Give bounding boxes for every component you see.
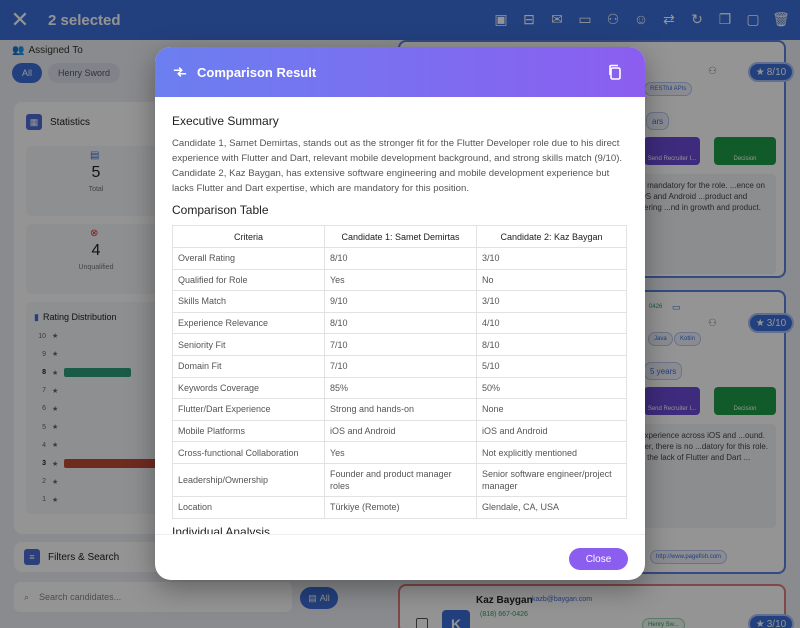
executive-summary-text: Candidate 1, Samet Demirtas, stands out … — [172, 138, 623, 194]
table-row: Leadership/Ownership Founder and product … — [172, 462, 627, 497]
criteria-cell: Keywords Coverage — [172, 376, 325, 400]
table-header-row: Criteria Candidate 1: Samet Demirtas Can… — [172, 225, 627, 248]
candidate-1-cell: Strong and hands-on — [324, 398, 477, 421]
table-row: Keywords Coverage 85% 50% — [172, 376, 627, 400]
candidate-2-cell: 5/10 — [476, 354, 627, 378]
table-row: Domain Fit 7/10 5/10 — [172, 354, 627, 378]
candidate-2-cell: iOS and Android — [476, 419, 627, 443]
compare-icon — [173, 67, 187, 77]
dialog-content[interactable]: Executive Summary Candidate 1, Samet Dem… — [155, 97, 645, 534]
candidate-2-cell: None — [476, 398, 627, 421]
candidate-2-cell: Glendale, CA, USA — [476, 495, 627, 519]
table-row: Cross-functional Collaboration Yes Not exp… — [172, 441, 627, 464]
candidate-1-cell: Yes — [324, 441, 477, 464]
candidate-2-cell: No — [476, 268, 627, 292]
candidate-2-cell: Senior software engineer/project manager — [476, 462, 627, 497]
candidate-1-cell: iOS and Android — [324, 419, 477, 443]
criteria-cell: Cross-functional Collaboration — [172, 441, 325, 464]
column-header-candidate-2: Candidate 2: Kaz Baygan — [476, 225, 627, 248]
candidate-1-cell: Yes — [324, 268, 477, 292]
criteria-cell: Mobile Platforms — [172, 419, 325, 443]
comparison-result-dialog: Comparison Result Executive Summary Cand… — [155, 47, 645, 580]
candidate-1-cell: Türkiye (Remote) — [324, 495, 477, 519]
dialog-title: Comparison Result — [197, 64, 317, 80]
table-row: Mobile Platforms iOS and Android iOS and A… — [172, 419, 627, 443]
candidate-2-cell: 4/10 — [476, 311, 627, 335]
table-row: Skills Match 9/10 3/10 — [172, 290, 627, 313]
copy-icon[interactable] — [607, 64, 623, 80]
criteria-cell: Seniority Fit — [172, 333, 325, 356]
candidate-1-cell: 9/10 — [324, 290, 477, 313]
criteria-cell: Skills Match — [172, 290, 325, 313]
candidate-1-cell: 7/10 — [324, 333, 477, 356]
criteria-cell: Overall Rating — [172, 247, 325, 270]
individual-analysis-heading: Individual Analysis — [172, 524, 271, 534]
close-button[interactable]: Close — [569, 548, 628, 570]
dialog-footer: Close — [155, 534, 645, 580]
candidate-2-cell: 8/10 — [476, 333, 627, 356]
executive-summary-heading: Executive Summary — [172, 114, 279, 128]
criteria-cell: Domain Fit — [172, 354, 325, 378]
table-row: Overall Rating 8/10 3/10 — [172, 247, 627, 270]
comparison-table: Criteria Candidate 1: Samet Demirtas Can… — [172, 225, 627, 519]
table-row: Experience Relevance 8/10 4/10 — [172, 311, 627, 335]
candidate-2-cell: 3/10 — [476, 290, 627, 313]
criteria-cell: Qualified for Role — [172, 268, 325, 292]
candidate-2-cell: Not explicitly mentioned — [476, 441, 627, 464]
criteria-cell: Experience Relevance — [172, 311, 325, 335]
candidate-1-cell: Founder and product manager roles — [324, 462, 477, 497]
table-row: Location Türkiye (Remote) Glendale, CA, US… — [172, 495, 627, 519]
criteria-cell: Location — [172, 495, 325, 519]
table-row: Flutter/Dart Experience Strong and hands-… — [172, 398, 627, 421]
column-header-criteria: Criteria — [172, 225, 325, 248]
comparison-table-heading: Comparison Table — [172, 203, 269, 217]
candidate-2-cell: 3/10 — [476, 247, 627, 270]
table-row: Qualified for Role Yes No — [172, 268, 627, 292]
candidate-1-cell: 8/10 — [324, 311, 477, 335]
table-row: Seniority Fit 7/10 8/10 — [172, 333, 627, 356]
dialog-header: Comparison Result — [155, 47, 645, 97]
candidate-1-cell: 8/10 — [324, 247, 477, 270]
candidate-2-cell: 50% — [476, 376, 627, 400]
criteria-cell: Leadership/Ownership — [172, 462, 325, 497]
criteria-cell: Flutter/Dart Experience — [172, 398, 325, 421]
candidate-1-cell: 7/10 — [324, 354, 477, 378]
column-header-candidate-1: Candidate 1: Samet Demirtas — [324, 225, 477, 248]
candidate-1-cell: 85% — [324, 376, 477, 400]
